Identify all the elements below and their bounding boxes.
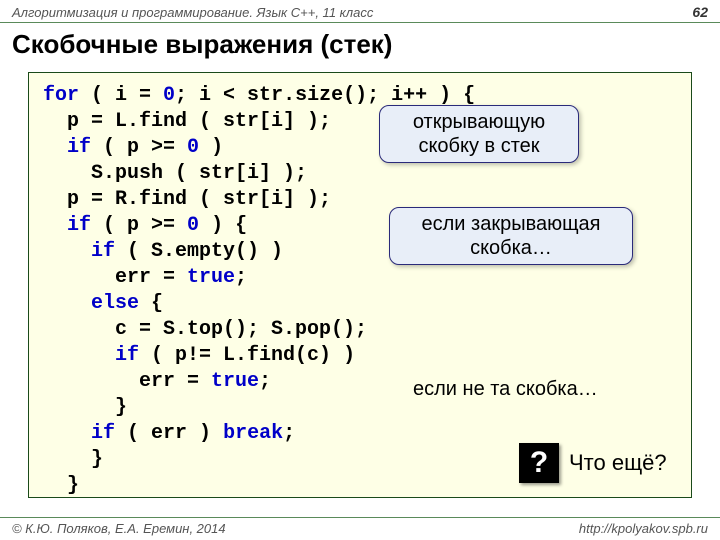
slide-title: Скобочные выражения (стек) [0,27,720,66]
code-line: if ( p >= 0 ) [43,135,681,161]
callout-text: открывающую [394,110,564,134]
callout-text: скобка… [404,236,618,260]
question-box: ? Что ещё? [519,443,667,483]
code-line: c = S.top(); S.pop(); [43,317,681,343]
code-line: if ( p!= L.find(c) ) [43,343,681,369]
url-text: http://kpolyakov.spb.ru [579,521,708,536]
code-line: p = L.find ( str[i] ); [43,109,681,135]
code-line: S.push ( str[i] ); [43,161,681,187]
code-line: for ( i = 0; i < str.size(); i++ ) { [43,83,681,109]
subject-text: Алгоритмизация и программирование. Язык … [12,5,373,20]
question-mark-icon: ? [519,443,559,483]
slide-header: Алгоритмизация и программирование. Язык … [0,0,720,22]
callout-text: если закрывающая [404,212,618,236]
authors-text: © К.Ю. Поляков, Е.А. Еремин, 2014 [12,521,226,536]
page-number: 62 [692,4,708,20]
callout-close-bracket: если закрывающая скобка… [389,207,633,265]
callout-open-bracket: открывающую скобку в стек [379,105,579,163]
code-frame: for ( i = 0; i < str.size(); i++ ) { p =… [28,72,692,498]
code-line: err = true; [43,265,681,291]
callout-wrong-bracket: если не та скобка… [399,373,643,405]
callout-text: если не та скобка… [413,378,598,400]
slide-footer: © К.Ю. Поляков, Е.А. Еремин, 2014 http:/… [0,517,720,536]
code-line: else { [43,291,681,317]
question-text: Что ещё? [569,450,667,476]
header-divider [0,22,720,23]
callout-text: скобку в стек [394,134,564,158]
